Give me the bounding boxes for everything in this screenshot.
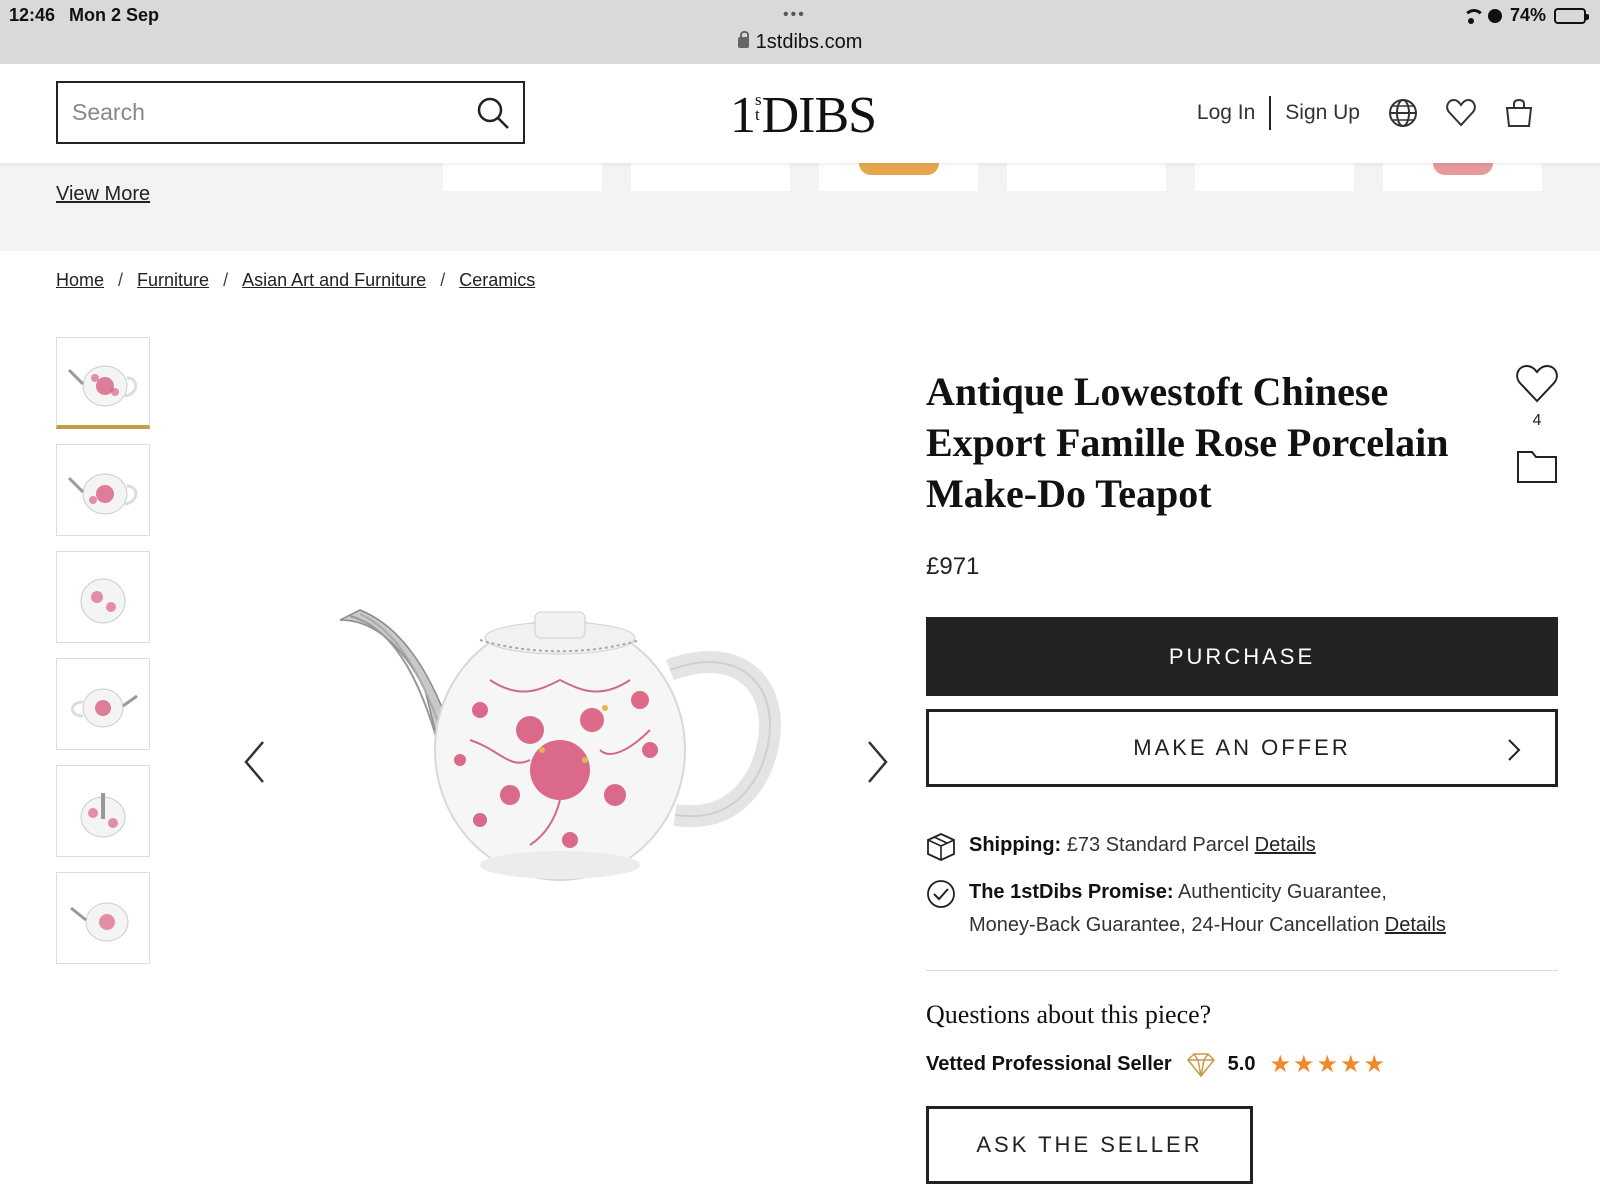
logo-sup-t: t [755, 105, 760, 124]
tile-image [859, 163, 939, 175]
make-offer-button-label: MAKE AN OFFER [1133, 735, 1351, 760]
recommendation-tile[interactable] [1195, 163, 1354, 191]
alarm-icon [1487, 8, 1502, 23]
chevron-right-icon [1507, 738, 1521, 768]
logo-number: 1 [730, 87, 756, 144]
search-input[interactable] [58, 83, 463, 142]
diamond-icon [1186, 1052, 1216, 1078]
package-icon [926, 832, 956, 873]
shipping-details-link[interactable]: Details [1255, 834, 1316, 856]
globe-icon[interactable] [1388, 98, 1418, 128]
login-link[interactable]: Log In [1197, 101, 1255, 125]
ask-seller-button-label: ASK THE SELLER [976, 1132, 1203, 1157]
seller-rating: 5.0 [1227, 1053, 1256, 1075]
heart-icon[interactable] [1446, 99, 1476, 127]
rating-stars-icon: ★★★★★ [1269, 1051, 1388, 1078]
teapot-thumbnail-image [70, 902, 129, 942]
view-more-link[interactable]: View More [56, 183, 150, 206]
teapot-thumbnail-image [80, 578, 126, 624]
ask-seller-button[interactable]: ASK THE SELLER [926, 1106, 1253, 1184]
seller-info: Vetted Professional Seller 5.0 ★★★★★ [926, 1050, 1387, 1079]
teapot-thumbnail-image [71, 688, 138, 728]
recommendation-tile[interactable] [631, 163, 790, 191]
site-logo[interactable]: 1 st DIBS [730, 86, 877, 145]
breadcrumb: Home / Furniture / Asian Art and Furnitu… [56, 270, 535, 291]
promise-info: The 1stDibs Promise: Authenticity Guaran… [926, 876, 1446, 942]
carousel-prev-arrow-icon[interactable] [243, 740, 267, 789]
status-date: Mon 2 Sep [69, 5, 160, 25]
recommendation-tile[interactable] [1383, 163, 1542, 191]
breadcrumb-separator: / [118, 270, 124, 290]
url-text: 1stdibs.com [755, 31, 863, 53]
breadcrumb-ceramics[interactable]: Ceramics [459, 270, 535, 291]
status-bar: 12:46 Mon 2 Sep ••• 1stdibs.com 74% [0, 0, 1600, 64]
favorite-count: 4 [1532, 412, 1542, 429]
folder-icon[interactable] [1516, 448, 1558, 489]
battery-icon [1554, 7, 1589, 24]
wifi-icon [1462, 8, 1485, 24]
logo-superscript: st [755, 91, 762, 124]
teapot-thumbnail-image [80, 793, 126, 838]
teapot-thumbnail-image [67, 365, 138, 406]
thumbnail-2[interactable] [56, 444, 150, 536]
promise-label: The 1stDibs Promise: [969, 881, 1174, 903]
product-price: £971 [926, 553, 980, 580]
status-icons: 74% [1462, 5, 1589, 26]
carousel-next-arrow-icon[interactable] [865, 740, 889, 789]
logo-text: DIBS [761, 87, 877, 144]
recommendation-strip: View More [0, 163, 1600, 251]
breadcrumb-furniture[interactable]: Furniture [137, 270, 209, 291]
tile-image [1433, 163, 1493, 175]
purchase-button[interactable]: PURCHASE [926, 617, 1558, 696]
header-actions: Log In Sign Up [1197, 96, 1534, 130]
product-main-image[interactable] [330, 600, 800, 920]
header-divider [1269, 96, 1272, 130]
shipping-info: Shipping: £73 Standard Parcel Details [926, 829, 1316, 862]
check-circle-icon [926, 879, 956, 920]
recommendation-tile[interactable] [819, 163, 978, 191]
breadcrumb-separator: / [223, 270, 229, 290]
product-title: Antique Lowestoft Chinese Export Famille… [926, 369, 1449, 516]
recommendation-tile[interactable] [1007, 163, 1166, 191]
promise-value-1: Authenticity Guarantee, [1177, 881, 1387, 903]
promise-value-2: Money-Back Guarantee, 24-Hour Cancellati… [969, 914, 1380, 936]
section-divider [926, 970, 1558, 971]
teapot-thumbnail-image [67, 473, 138, 515]
status-time-date: 12:46 Mon 2 Sep [9, 5, 173, 26]
shipping-value: £73 Standard Parcel [1066, 834, 1250, 856]
search-box[interactable] [56, 81, 525, 144]
signup-link[interactable]: Sign Up [1285, 101, 1360, 125]
make-offer-button[interactable]: MAKE AN OFFER [926, 709, 1558, 787]
purchase-button-label: PURCHASE [1168, 643, 1316, 669]
shipping-label: Shipping: [969, 834, 1062, 856]
battery-percent: 74% [1509, 5, 1546, 25]
seller-label: Vetted Professional Seller [926, 1053, 1172, 1075]
breadcrumb-home[interactable]: Home [56, 270, 104, 291]
site-header: 1 st DIBS Log In Sign Up [0, 64, 1600, 163]
thumbnail-3[interactable] [56, 551, 150, 643]
more-dots-icon[interactable]: ••• [783, 6, 806, 24]
lock-icon [737, 31, 749, 48]
thumbnail-5[interactable] [56, 765, 150, 857]
status-time: 12:46 [9, 5, 56, 25]
address-bar[interactable]: 1stdibs.com [0, 31, 1600, 54]
favorite-heart-icon[interactable] [1514, 364, 1560, 409]
thumbnail-6[interactable] [56, 872, 150, 964]
breadcrumb-asian-art[interactable]: Asian Art and Furniture [242, 270, 426, 291]
breadcrumb-separator: / [440, 270, 446, 290]
thumbnail-4[interactable] [56, 658, 150, 750]
promise-details-link[interactable]: Details [1385, 914, 1446, 936]
recommendation-tile[interactable] [443, 163, 602, 191]
questions-heading: Questions about this piece? [926, 1000, 1212, 1029]
shopping-bag-icon[interactable] [1504, 98, 1534, 128]
search-icon[interactable] [463, 83, 523, 142]
thumbnail-1[interactable] [56, 337, 150, 429]
